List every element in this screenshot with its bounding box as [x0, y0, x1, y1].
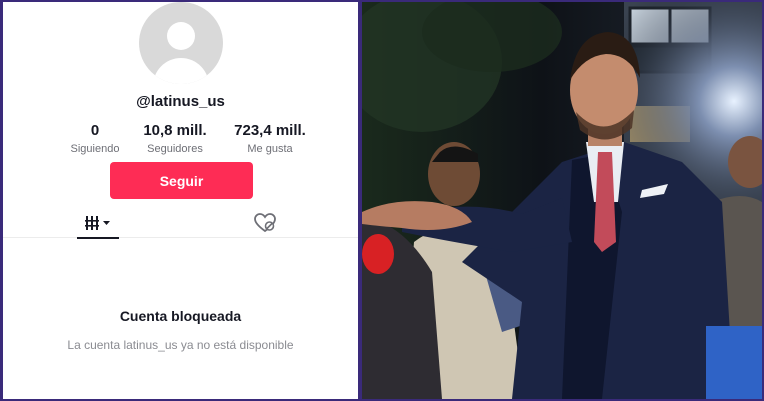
chevron-down-icon — [103, 221, 110, 225]
avatar-placeholder[interactable] — [139, 2, 223, 84]
tiktok-profile-panel: @latinus_us 0 Siguiendo 10,8 mill. Segui… — [3, 2, 358, 399]
stat-following-value: 0 — [90, 122, 100, 139]
profile-username: @latinus_us — [136, 93, 225, 110]
press-photo — [362, 2, 762, 399]
blocked-account-message: La cuenta latinus_us ya no está disponib… — [67, 338, 294, 352]
avatar-head-shape — [167, 22, 195, 50]
stat-likes-value: 723,4 mill. — [234, 122, 306, 139]
liked-heart-icon — [254, 213, 276, 233]
avatar-body-shape — [153, 58, 209, 84]
stat-followers-value: 10,8 mill. — [143, 122, 207, 139]
tab-videos[interactable] — [77, 208, 119, 239]
profile-stats: 0 Siguiendo 10,8 mill. Seguidores 723,4 … — [65, 122, 315, 158]
press-photo-illustration — [362, 2, 762, 399]
profile-tabs — [3, 208, 358, 239]
stat-likes-label: Me gusta — [247, 143, 293, 155]
image-frame: @latinus_us 0 Siguiendo 10,8 mill. Segui… — [0, 0, 764, 401]
stat-followers-label: Seguidores — [147, 143, 203, 155]
stat-followers[interactable]: 10,8 mill. Seguidores — [140, 122, 210, 158]
follow-button[interactable]: Seguir — [110, 162, 253, 199]
stat-following[interactable]: 0 Siguiendo — [65, 122, 125, 158]
stat-likes[interactable]: 723,4 mill. Me gusta — [225, 122, 315, 158]
blocked-account-title: Cuenta bloqueada — [119, 308, 242, 324]
stat-following-label: Siguiendo — [70, 143, 120, 155]
videos-grid-icon — [85, 216, 110, 230]
tab-liked[interactable] — [253, 208, 277, 238]
